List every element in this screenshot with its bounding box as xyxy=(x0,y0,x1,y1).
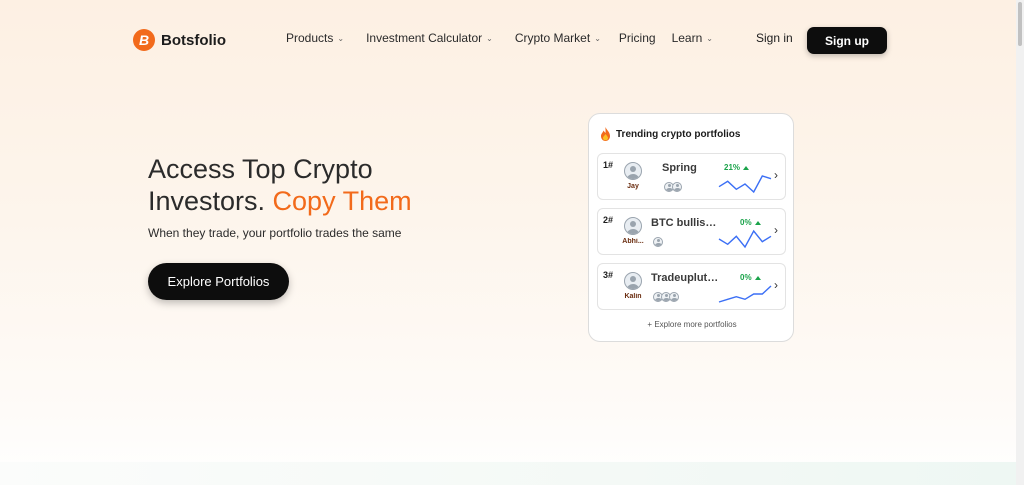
portfolio-change: 0% xyxy=(740,218,761,227)
chevron-down-icon: ⌄ xyxy=(706,33,713,43)
nav-item-products[interactable]: Products ⌄ xyxy=(286,31,344,45)
hero-subtitle: When they trade, your portfolio trades t… xyxy=(148,226,402,240)
sparkline xyxy=(718,175,772,194)
sparkline xyxy=(718,285,772,303)
chevron-down-icon: ⌄ xyxy=(594,33,601,43)
nav-item-crypto-market[interactable]: Crypto Market ⌄ xyxy=(515,31,601,45)
trend-up-icon xyxy=(743,165,750,170)
avatar xyxy=(624,272,642,290)
portfolio-change: 21% xyxy=(724,163,750,172)
portfolio-name: Spring xyxy=(662,162,697,174)
nav-item-label: Investment Calculator xyxy=(366,31,483,45)
avatar xyxy=(624,217,642,235)
hero-title: Access Top Crypto Investors. Copy Them xyxy=(148,153,468,217)
trending-title: Trending crypto portfolios xyxy=(616,128,741,140)
sparkline-path xyxy=(718,229,772,249)
signin-link[interactable]: Sign in xyxy=(756,31,793,45)
avatar xyxy=(624,162,642,180)
nav-item-label: Products xyxy=(286,31,334,45)
follower-avatars xyxy=(653,292,679,302)
signup-button[interactable]: Sign up xyxy=(807,27,887,54)
chevron-right-icon: › xyxy=(774,168,778,182)
hero-title-line1: Access Top Crypto xyxy=(148,154,373,184)
nav-item-label: Learn xyxy=(671,31,703,45)
portfolio-change-value: 0% xyxy=(740,273,752,282)
sparkline xyxy=(718,229,772,249)
trend-up-icon xyxy=(754,220,761,225)
site-header: B Botsfolio Products ⌄ Investment Calcul… xyxy=(0,0,1016,80)
sparkline-path xyxy=(718,285,772,303)
portfolio-name: Tradeupluth... xyxy=(651,272,723,284)
main-nav: Products ⌄ Investment Calculator ⌄ Crypt… xyxy=(286,31,713,45)
chevron-right-icon: › xyxy=(774,223,778,237)
nav-item-pricing[interactable]: Pricing xyxy=(619,31,656,45)
portfolio-owner: Jay xyxy=(627,183,639,190)
nav-item-label: Pricing xyxy=(618,31,656,45)
follower-avatar-icon xyxy=(672,182,682,192)
portfolio-row[interactable]: 2# Abhi... BTC bullish ... 0% › xyxy=(597,208,786,255)
portfolio-row[interactable]: 1# Jay Spring 21% › xyxy=(597,153,786,200)
chevron-right-icon: › xyxy=(774,278,778,292)
portfolio-rank: 3# xyxy=(603,270,614,280)
explore-more-portfolios-link[interactable]: + Explore more portfolios xyxy=(589,320,795,329)
nav-item-label: Crypto Market xyxy=(514,31,591,45)
follower-avatar-icon xyxy=(653,237,663,247)
portfolio-change-value: 0% xyxy=(740,218,752,227)
portfolio-rank: 1# xyxy=(603,160,614,170)
portfolio-change: 0% xyxy=(740,273,761,282)
scrollbar-thumb[interactable] xyxy=(1018,2,1022,46)
portfolio-row[interactable]: 3# Kalin Tradeupluth... 0% › xyxy=(597,263,786,310)
portfolio-owner: Kalin xyxy=(624,293,642,300)
follower-avatar-icon xyxy=(669,292,679,302)
hero-title-line2: Investors. xyxy=(148,186,273,216)
trending-header: Trending crypto portfolios xyxy=(600,127,740,141)
nav-item-investment-calculator[interactable]: Investment Calculator ⌄ xyxy=(366,31,493,45)
logo-icon: B xyxy=(133,29,155,51)
portfolio-owner: Abhi... xyxy=(622,238,644,245)
follower-avatars xyxy=(653,237,663,247)
chevron-down-icon: ⌄ xyxy=(486,33,493,43)
chevron-down-icon: ⌄ xyxy=(337,33,345,43)
trend-up-icon xyxy=(754,275,761,280)
follower-avatars xyxy=(664,182,682,192)
next-section-band xyxy=(0,462,1016,485)
nav-item-learn[interactable]: Learn ⌄ xyxy=(672,31,713,45)
trending-portfolios-card: Trending crypto portfolios 1# Jay Spring… xyxy=(588,113,794,342)
brand-logo[interactable]: B Botsfolio xyxy=(133,29,226,51)
portfolio-change-value: 21% xyxy=(724,163,741,172)
sparkline-path xyxy=(718,175,772,194)
brand-name: Botsfolio xyxy=(161,31,226,49)
page-scrollbar[interactable] xyxy=(1016,0,1024,485)
portfolio-name: BTC bullish ... xyxy=(651,217,721,229)
hero-title-accent: Copy Them xyxy=(272,186,412,216)
flame-icon xyxy=(601,127,610,141)
explore-portfolios-button[interactable]: Explore Portfolios xyxy=(148,263,289,300)
portfolio-rank: 2# xyxy=(603,215,614,225)
